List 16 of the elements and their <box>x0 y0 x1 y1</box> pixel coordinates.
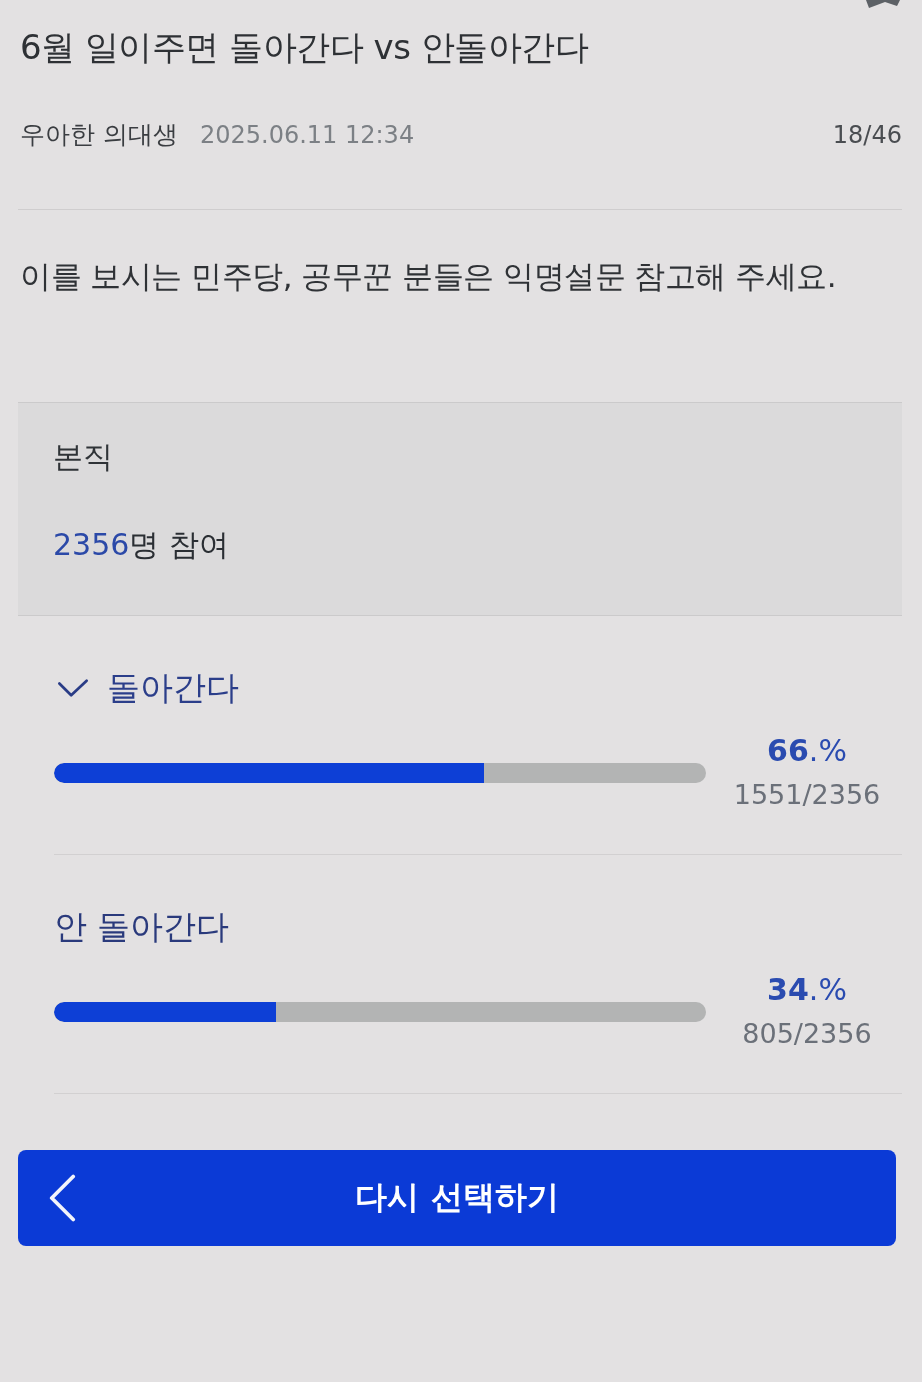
post-body: 이를 보시는 민주당, 공무꾼 분들은 익명설문 참고해 주세요. <box>20 257 838 296</box>
vote-count: 805/2356 <box>741 1017 873 1051</box>
author-name: 우아한 의대생 <box>20 119 178 151</box>
reselect-button[interactable]: 다시 선택하기 <box>18 1150 896 1246</box>
vote-percent: 66.% <box>766 732 848 770</box>
option-label: 돌아간다 <box>107 667 239 709</box>
vote-count: 1551/2356 <box>732 778 882 812</box>
chevron-left-icon <box>48 1174 76 1222</box>
post-date: 2025.06.11 12:34 <box>199 121 415 149</box>
option-label: 안 돌아간다 <box>54 906 230 948</box>
poll-title: 본직 <box>53 438 114 476</box>
bookmark-icon[interactable] <box>866 0 900 8</box>
post-title: 6월 일이주면 돌아간다 vs 안돌아간다 <box>20 26 590 69</box>
participant-count: 2356명 참여 <box>53 526 230 564</box>
vote-percent: 34.% <box>766 971 848 1009</box>
post-position: 18/46 <box>832 121 902 149</box>
